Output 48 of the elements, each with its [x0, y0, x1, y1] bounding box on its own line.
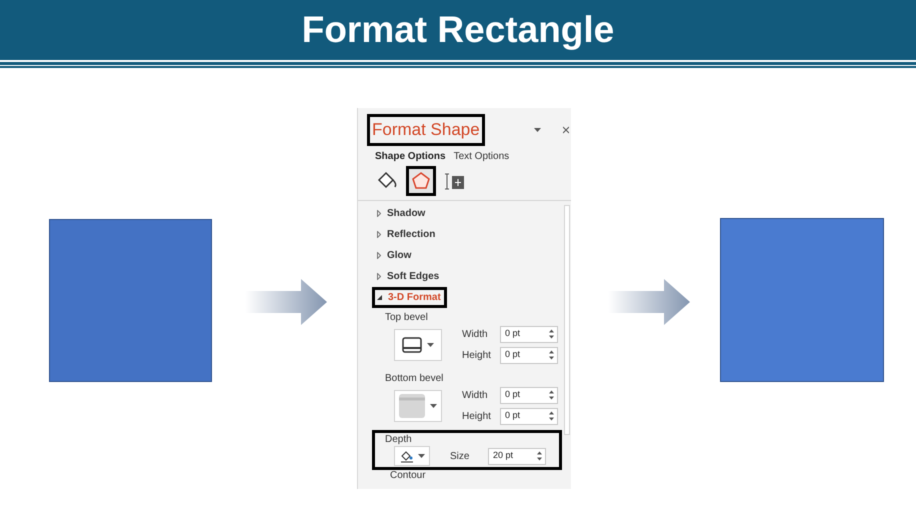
bevel-icon [402, 336, 422, 352]
spin-field[interactable]: 0 pt [500, 346, 558, 364]
spin-field[interactable]: 0 pt [500, 408, 558, 424]
collapsed-triangle-icon [377, 272, 381, 280]
section-header[interactable]: Shadow [372, 202, 432, 224]
scroll-bar[interactable] [564, 204, 570, 434]
spin-arrows-icon [549, 390, 554, 400]
spin-arrows-icon [549, 329, 554, 339]
field-label: Height [462, 410, 492, 424]
field-label: Width [462, 328, 489, 342]
panel-title: Format Shape [367, 114, 485, 146]
options-tab[interactable]: Text Options [454, 148, 510, 164]
bevel-dropdown[interactable] [394, 328, 442, 360]
section-label: Contour [389, 470, 426, 480]
field-label: Size [450, 450, 470, 464]
group-label: Top bevel [385, 310, 428, 324]
paint-bucket-icon [376, 170, 398, 190]
close-icon[interactable] [563, 126, 569, 134]
section-header[interactable]: Soft Edges [372, 266, 446, 286]
options-tab[interactable]: Shape Options [375, 148, 446, 164]
expanded-triangle-icon [377, 294, 382, 300]
collapsed-triangle-icon [377, 252, 381, 258]
collapsed-triangle-icon [377, 230, 381, 238]
size-layout-icon [445, 170, 465, 190]
spin-arrows-icon [549, 411, 554, 421]
caret-icon [430, 404, 437, 408]
icon-tab[interactable] [406, 166, 436, 196]
spin-field[interactable]: 0 pt [500, 386, 558, 404]
color-dropdown[interactable] [394, 446, 430, 466]
pentagon-icon [411, 170, 431, 190]
bevel-icon [399, 394, 425, 418]
field-label: Width [462, 388, 489, 402]
section-header[interactable]: 3-D Format [372, 286, 447, 308]
spin-arrows-icon [537, 451, 542, 461]
collapsed-triangle-icon [377, 210, 381, 216]
group-label: Bottom bevel [385, 372, 444, 384]
caret-icon [427, 342, 434, 346]
spin-field[interactable]: 0 pt [500, 326, 558, 342]
spin-field[interactable]: 20 pt [488, 448, 546, 464]
caret-icon [418, 454, 424, 458]
slide-title: Format Rectangle [302, 8, 614, 52]
group-label: Depth [385, 432, 412, 446]
fill-color-icon [400, 449, 414, 463]
caret-icon [534, 128, 541, 132]
field-label: Height [462, 348, 492, 362]
section-header[interactable]: Reflection [372, 224, 442, 244]
section-header[interactable]: Glow [372, 244, 418, 266]
spin-arrows-icon [549, 350, 554, 360]
